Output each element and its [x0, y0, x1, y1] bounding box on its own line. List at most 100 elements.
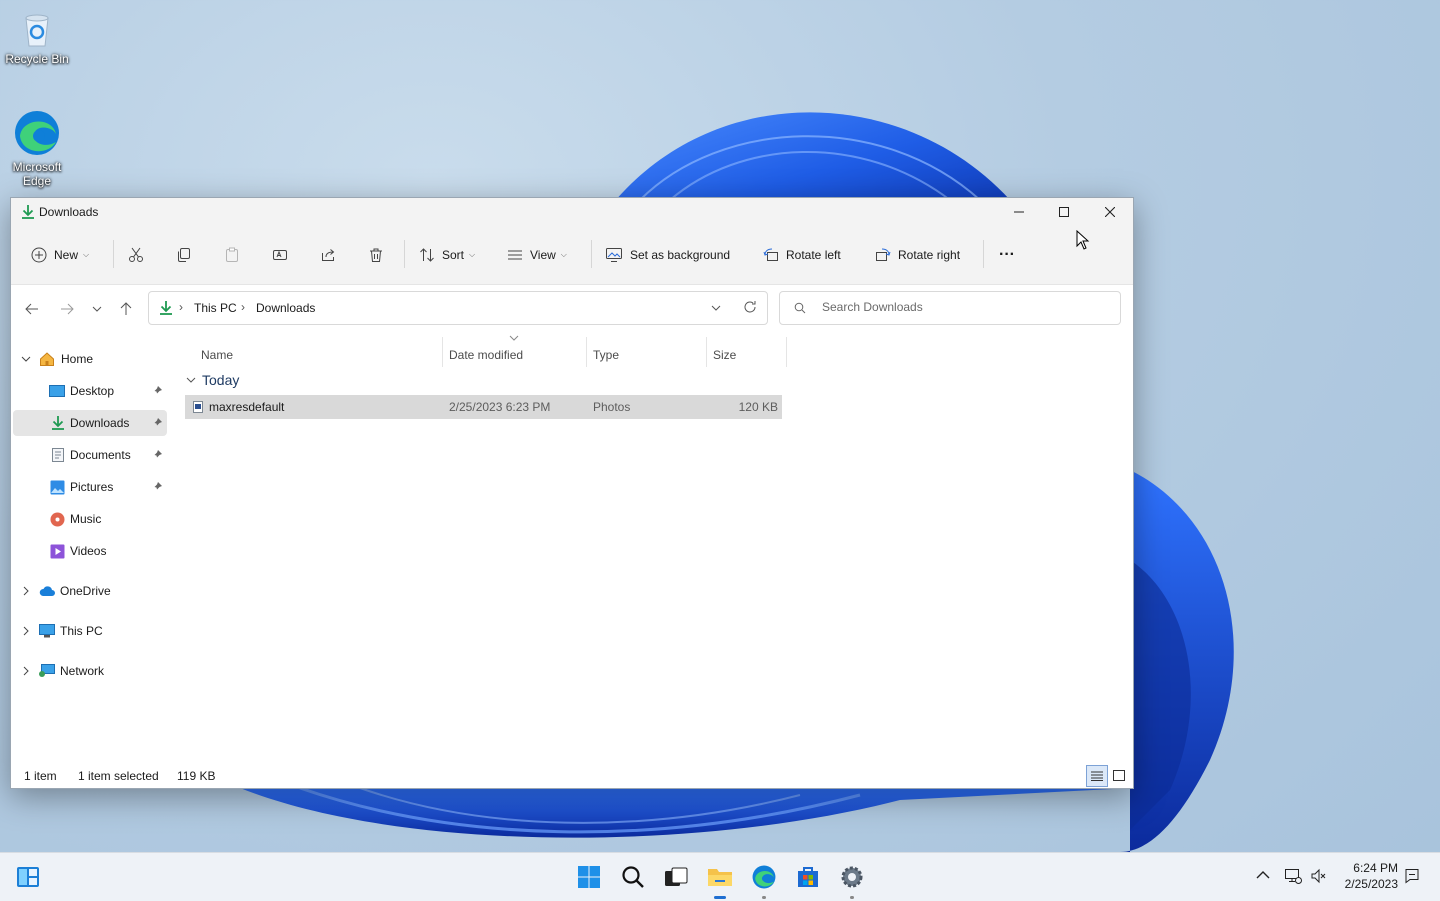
nav-home[interactable]: Home — [13, 346, 167, 372]
toolbar-separator — [404, 240, 405, 268]
breadcrumb-this-pc[interactable]: This PC — [194, 301, 237, 315]
details-view-button[interactable] — [1086, 765, 1108, 787]
column-header-type[interactable]: Type — [593, 343, 619, 367]
notification-icon — [1405, 869, 1419, 884]
sort-label: Sort — [442, 248, 465, 262]
mouse-cursor-icon — [1076, 230, 1090, 250]
pin-icon[interactable] — [151, 481, 163, 493]
downloads-icon — [52, 416, 64, 430]
tiles-view-button[interactable] — [1109, 765, 1129, 785]
edge-taskbar-button[interactable] — [748, 861, 780, 899]
search-box[interactable] — [779, 291, 1121, 325]
column-header-size[interactable]: Size — [713, 343, 736, 367]
gear-icon — [841, 866, 863, 888]
view-button[interactable]: View ⌵ — [507, 241, 567, 269]
documents-icon — [52, 448, 64, 462]
file-type: Photos — [593, 400, 631, 414]
plus-circle-icon — [31, 247, 47, 263]
edge-icon — [752, 865, 776, 889]
file-row[interactable]: maxresdefault 2/25/2023 6:23 PM Photos 1… — [185, 395, 782, 419]
nav-downloads[interactable]: Downloads — [13, 410, 167, 436]
settings-taskbar-button[interactable] — [836, 861, 868, 899]
sort-button[interactable]: Sort ⌵ — [419, 241, 475, 269]
rotate-left-button[interactable]: Rotate left — [763, 241, 841, 269]
navigation-pane: Home Desktop Downloads Documents Picture… — [11, 333, 171, 763]
recent-locations-button[interactable] — [87, 299, 107, 319]
view-label: View — [530, 248, 556, 262]
column-divider[interactable] — [786, 337, 787, 367]
trash-icon — [370, 248, 382, 262]
nav-this-pc[interactable]: This PC — [13, 618, 167, 644]
file-explorer-window: Downloads New ⌵ Sort ⌵ View ⌵ Set as bac… — [10, 197, 1134, 789]
music-icon — [50, 512, 65, 526]
new-label: New — [54, 248, 79, 262]
running-indicator — [850, 896, 854, 899]
nav-videos[interactable]: Videos — [13, 538, 167, 564]
nav-documents[interactable]: Documents — [13, 442, 167, 468]
active-indicator — [714, 896, 726, 899]
search-input[interactable] — [820, 299, 1104, 315]
more-options-button[interactable]: ··· — [999, 241, 1015, 269]
downloads-icon — [160, 301, 172, 315]
share-icon — [322, 249, 335, 261]
nav-onedrive[interactable]: OneDrive — [13, 578, 167, 604]
nav-pictures[interactable]: Pictures — [13, 474, 167, 500]
chevron-down-icon: ⌵ — [469, 250, 476, 259]
pin-icon[interactable] — [151, 449, 163, 461]
widgets-button[interactable] — [12, 861, 44, 893]
chevron-down-icon — [92, 306, 102, 312]
network-tray-button[interactable] — [1284, 867, 1302, 888]
desktop-recycle-bin[interactable]: Recycle Bin — [2, 10, 72, 66]
address-dropdown-icon[interactable] — [711, 303, 721, 313]
address-bar[interactable]: › This PC › Downloads — [148, 291, 768, 325]
column-divider[interactable] — [706, 337, 707, 367]
copy-button[interactable] — [176, 241, 192, 269]
file-explorer-taskbar-button[interactable] — [704, 861, 736, 899]
share-button[interactable] — [320, 241, 336, 269]
item-count: 1 item — [24, 769, 57, 783]
refresh-icon[interactable] — [743, 300, 757, 314]
file-list: Name Date modified Type Size Today maxre… — [176, 333, 1133, 763]
home-icon — [40, 352, 54, 366]
desktop-edge[interactable]: Microsoft Edge — [2, 108, 72, 188]
close-button[interactable] — [1087, 198, 1133, 226]
forward-button[interactable] — [57, 299, 77, 319]
minimize-button[interactable] — [996, 198, 1042, 226]
maximize-button[interactable] — [1041, 198, 1087, 226]
nav-this-pc-label: This PC — [60, 624, 103, 638]
column-divider[interactable] — [586, 337, 587, 367]
pin-icon[interactable] — [151, 417, 163, 429]
back-button[interactable] — [22, 299, 42, 319]
notifications-button[interactable] — [1404, 868, 1420, 887]
breadcrumb-downloads[interactable]: Downloads — [256, 301, 315, 315]
rename-button[interactable] — [272, 241, 288, 269]
up-button[interactable] — [116, 299, 136, 319]
title-bar[interactable]: Downloads — [11, 198, 1133, 226]
arrow-left-icon — [25, 303, 38, 315]
pin-icon[interactable] — [151, 385, 163, 397]
status-bar: 1 item 1 item selected 119 KB — [11, 764, 1133, 788]
column-header-name[interactable]: Name — [201, 343, 233, 367]
new-button[interactable]: New ⌵ — [31, 241, 89, 269]
group-header-today[interactable]: Today — [186, 370, 239, 390]
delete-button[interactable] — [368, 241, 384, 269]
column-header-date[interactable]: Date modified — [449, 343, 523, 367]
nav-network[interactable]: Network — [13, 658, 167, 684]
nav-desktop[interactable]: Desktop — [13, 378, 167, 404]
paste-button[interactable] — [224, 241, 240, 269]
start-button[interactable] — [573, 861, 605, 893]
clock[interactable]: 6:24 PM 2/25/2023 — [1338, 860, 1398, 892]
arrow-right-icon — [61, 303, 74, 315]
search-taskbar-button[interactable] — [617, 861, 649, 893]
rotate-right-button[interactable]: Rotate right — [875, 241, 960, 269]
cut-button[interactable] — [128, 241, 144, 269]
column-divider[interactable] — [442, 337, 443, 367]
show-hidden-icons-button[interactable] — [1256, 869, 1270, 883]
store-taskbar-button[interactable] — [792, 861, 824, 893]
nav-music[interactable]: Music — [13, 506, 167, 532]
downloads-icon — [22, 205, 34, 219]
set-as-background-button[interactable]: Set as background — [605, 241, 730, 269]
volume-tray-button[interactable] — [1310, 867, 1328, 888]
clock-date: 2/25/2023 — [1344, 877, 1398, 891]
task-view-button[interactable] — [660, 861, 692, 893]
